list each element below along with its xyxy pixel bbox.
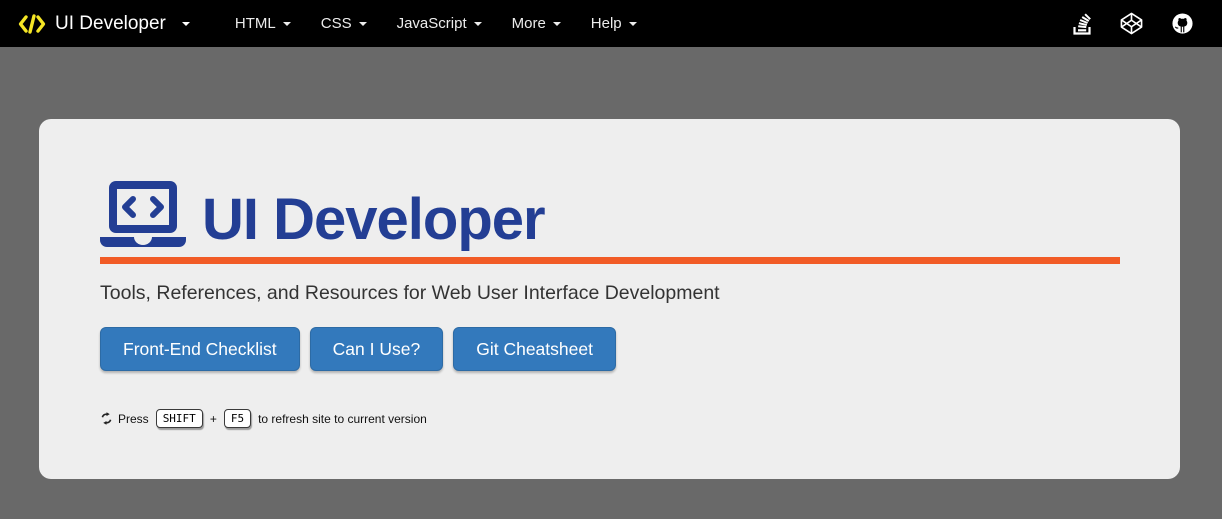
- f5-key: F5: [223, 409, 252, 428]
- nav-item-label: More: [511, 15, 546, 32]
- chevron-down-icon: [282, 21, 291, 26]
- brand[interactable]: UI Developer: [18, 12, 190, 36]
- nav-item-html[interactable]: HTML: [220, 0, 306, 47]
- shift-key: SHIFT: [155, 409, 203, 428]
- nav-icons: [1073, 12, 1204, 35]
- title-row: UI Developer: [100, 181, 1120, 252]
- chevron-down-icon: [552, 21, 561, 26]
- nav-item-label: Help: [590, 15, 622, 32]
- chevron-down-icon: [181, 21, 190, 26]
- chevron-down-icon: [628, 21, 637, 26]
- note-separator: +: [209, 411, 217, 426]
- page-subtitle: Tools, References, and Resources for Web…: [100, 282, 720, 304]
- refresh-icon: [100, 412, 113, 425]
- github-icon[interactable]: [1171, 12, 1194, 35]
- stack-overflow-icon[interactable]: [1073, 12, 1092, 35]
- note-suffix: to refresh site to current version: [258, 411, 427, 426]
- nav-item-help[interactable]: Help: [576, 0, 652, 47]
- main-card: UI Developer Tools, References, and Reso…: [39, 119, 1180, 479]
- code-icon: [18, 12, 46, 36]
- page-title: UI Developer: [202, 186, 546, 252]
- nav-item-label: HTML: [234, 15, 276, 32]
- refresh-note: Press SHIFT + F5 to refresh site to curr…: [100, 409, 1120, 428]
- nav-item-label: JavaScript: [396, 15, 467, 32]
- brand-label: UI Developer: [55, 12, 166, 34]
- can-i-use-button[interactable]: Can I Use?: [309, 327, 444, 371]
- laptop-code-icon: [100, 181, 186, 247]
- chevron-down-icon: [358, 21, 367, 26]
- nav-item-javascript[interactable]: JavaScript: [382, 0, 497, 47]
- accent-rule: [100, 257, 1120, 264]
- chevron-down-icon: [473, 21, 482, 26]
- nav-item-label: CSS: [320, 15, 352, 32]
- nav-links: HTML CSS JavaScript More Help: [220, 0, 652, 47]
- nav-item-more[interactable]: More: [497, 0, 576, 47]
- front-end-checklist-button[interactable]: Front-End Checklist: [100, 327, 300, 371]
- nav-item-css[interactable]: CSS: [306, 0, 382, 47]
- navbar: UI Developer HTML CSS JavaScript More He…: [0, 0, 1222, 47]
- git-cheatsheet-button[interactable]: Git Cheatsheet: [453, 327, 616, 371]
- button-row: Front-End Checklist Can I Use? Git Cheat…: [100, 327, 1120, 371]
- note-prefix: Press: [118, 411, 149, 426]
- codepen-icon[interactable]: [1120, 12, 1143, 35]
